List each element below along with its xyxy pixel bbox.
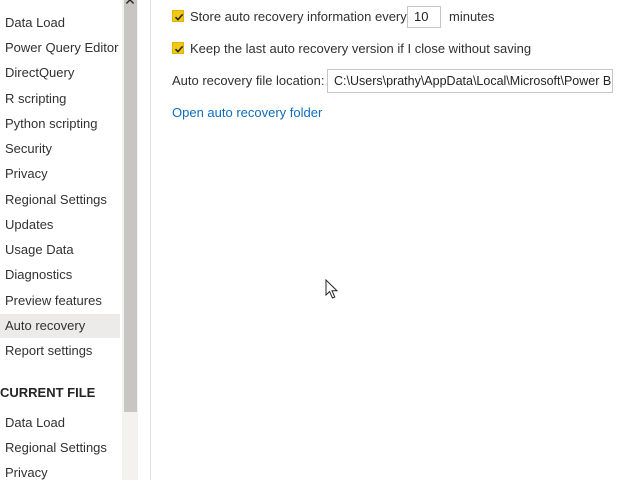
sidebar-item-regional-settings[interactable]: Regional Settings: [0, 188, 120, 212]
sidebar-item-report-settings[interactable]: Report settings: [0, 339, 120, 363]
sidebar-item-r-scripting[interactable]: R scripting: [0, 87, 120, 111]
sidebar-item-usage-data[interactable]: Usage Data: [0, 238, 120, 262]
checkmark-icon: [174, 45, 184, 53]
keep-last-version-checkbox[interactable]: [172, 42, 184, 54]
open-recovery-folder-link[interactable]: Open auto recovery folder: [172, 105, 322, 121]
store-recovery-checkbox[interactable]: [172, 10, 184, 22]
panel-divider: [150, 0, 151, 480]
sidebar-item-current-data-load[interactable]: Data Load: [0, 411, 120, 435]
recovery-location-input[interactable]: C:\Users\prathy\AppData\Local\Microsoft\…: [327, 69, 613, 93]
sidebar-item-directquery[interactable]: DirectQuery: [0, 61, 120, 85]
minutes-unit-label: minutes: [449, 9, 495, 24]
sidebar-item-current-privacy[interactable]: Privacy: [0, 461, 120, 485]
keep-last-version-label: Keep the last auto recovery version if I…: [190, 41, 532, 56]
sidebar-nav: Data Load Power Query Editor DirectQuery…: [0, 0, 122, 480]
location-label: Auto recovery file location:: [172, 73, 325, 88]
recovery-minutes-input[interactable]: 10: [407, 6, 441, 28]
sidebar-item-python-scripting[interactable]: Python scripting: [0, 112, 120, 136]
sidebar-item-power-query-editor[interactable]: Power Query Editor: [0, 36, 120, 60]
sidebar-item-updates[interactable]: Updates: [0, 213, 120, 237]
sidebar-item-privacy[interactable]: Privacy: [0, 162, 120, 186]
sidebar-item-auto-recovery[interactable]: Auto recovery: [0, 314, 120, 338]
checkmark-icon: [174, 13, 184, 21]
sidebar-item-current-regional-settings[interactable]: Regional Settings: [0, 436, 120, 460]
sidebar-item-preview-features[interactable]: Preview features: [0, 289, 120, 313]
current-file-header: CURRENT FILE: [0, 385, 96, 400]
sidebar-scrollbar-thumb[interactable]: [124, 0, 137, 412]
sidebar-item-security[interactable]: Security: [0, 137, 120, 161]
sidebar-item-diagnostics[interactable]: Diagnostics: [0, 263, 120, 287]
sidebar-item-data-load[interactable]: Data Load: [0, 11, 120, 35]
store-recovery-label: Store auto recovery information every: [190, 9, 407, 24]
close-icon[interactable]: ✕: [124, 0, 136, 7]
mouse-cursor-icon: [325, 279, 339, 299]
